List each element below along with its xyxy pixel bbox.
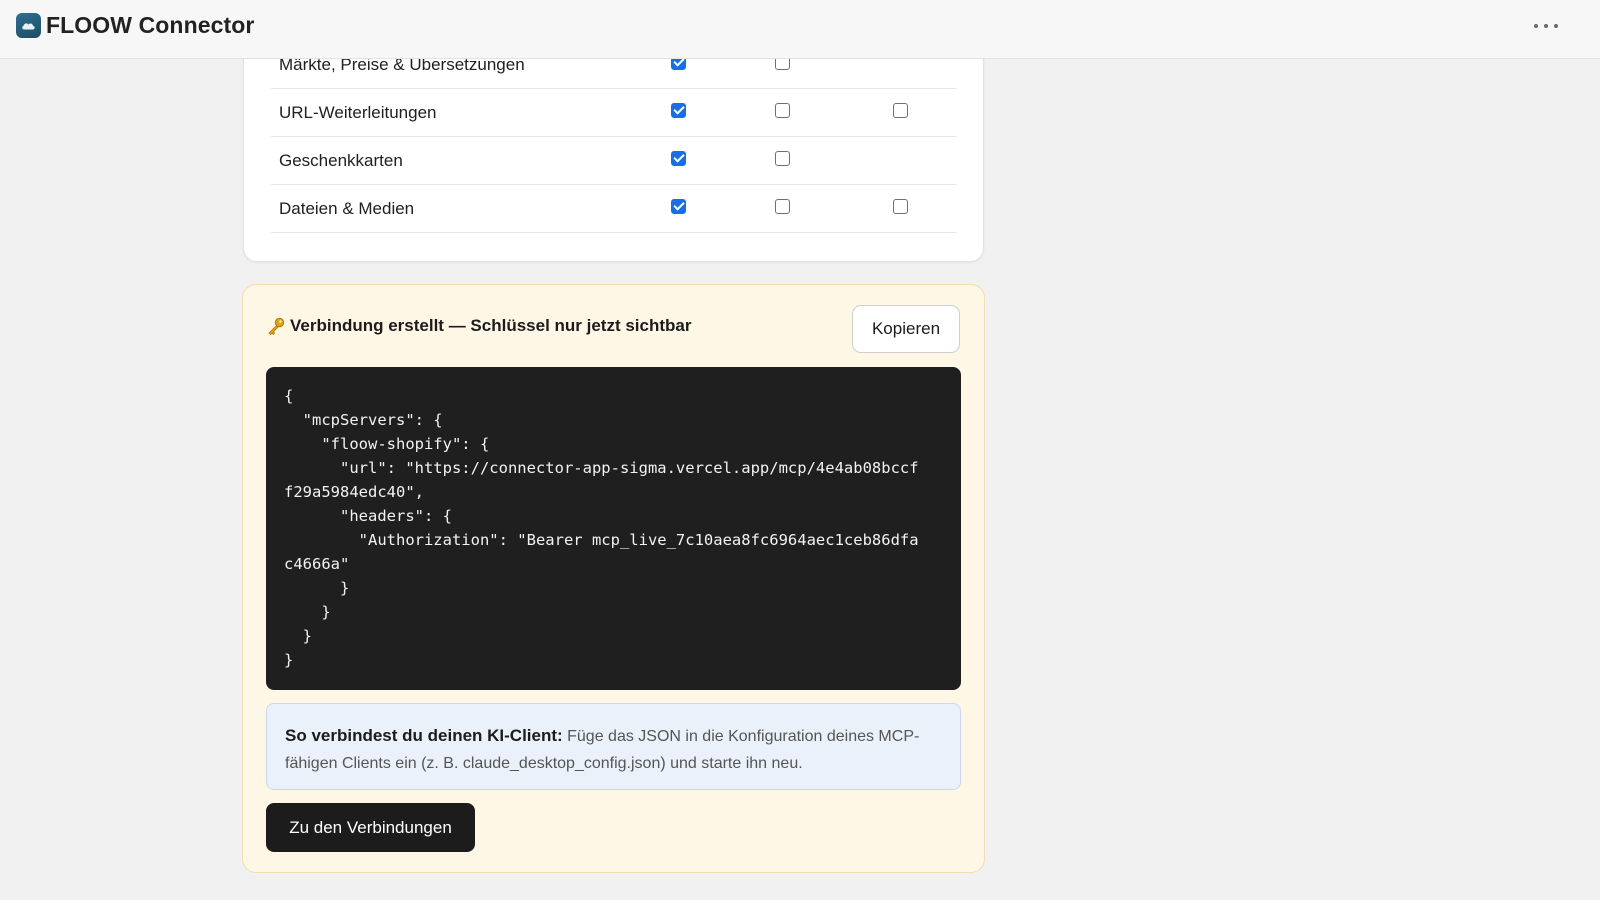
cloud-logo-icon — [16, 13, 41, 38]
connection-title: Verbindung erstellt — Schlüssel nur jetz… — [266, 316, 691, 336]
write-checkbox[interactable] — [775, 199, 790, 214]
permission-row: Geschenkkarten — [271, 137, 957, 185]
permission-label: Dateien & Medien — [279, 199, 415, 218]
config-json-code: { "mcpServers": { "floow-shopify": { "ur… — [266, 367, 961, 690]
read-checkbox[interactable] — [671, 199, 686, 214]
permission-row: Dateien & Medien — [271, 185, 957, 233]
permission-label: URL-Weiterleitungen — [279, 103, 437, 122]
delete-checkbox[interactable] — [893, 199, 908, 214]
connection-title-text: Verbindung erstellt — Schlüssel nur jetz… — [290, 316, 692, 335]
info-heading: So verbindest du deinen KI-Client: — [285, 726, 563, 745]
more-horizontal-icon[interactable] — [1534, 18, 1558, 34]
write-checkbox[interactable] — [775, 103, 790, 118]
delete-checkbox[interactable] — [893, 103, 908, 118]
top-bar: FLOOW Connector — [0, 0, 1600, 59]
go-to-connections-button[interactable]: Zu den Verbindungen — [266, 803, 475, 852]
connection-created-card: Verbindung erstellt — Schlüssel nur jetz… — [242, 284, 985, 873]
write-checkbox[interactable] — [775, 151, 790, 166]
key-icon — [266, 316, 286, 336]
read-checkbox[interactable] — [671, 103, 686, 118]
copy-button[interactable]: Kopieren — [852, 305, 960, 353]
app-title: FLOOW Connector — [46, 12, 255, 38]
client-setup-info: So verbindest du deinen KI-Client: Füge … — [266, 703, 961, 790]
permission-row: URL-Weiterleitungen — [271, 89, 957, 137]
permission-label: Geschenkkarten — [279, 151, 403, 170]
read-checkbox[interactable] — [671, 151, 686, 166]
